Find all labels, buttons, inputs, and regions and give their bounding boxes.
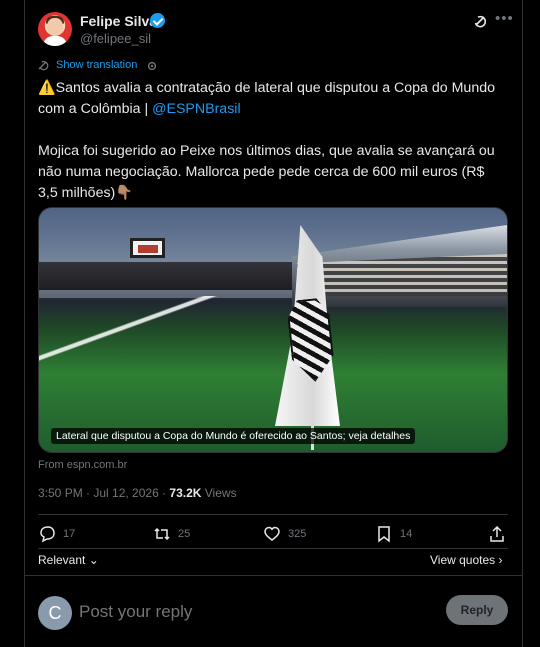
bookmark-icon: [378, 526, 390, 543]
stadium-screen: [130, 238, 165, 258]
tweet-meta: 3:50 PM · Jul 12, 2026 · 73.2K Views: [38, 486, 237, 500]
grok-icon[interactable]: [472, 13, 488, 29]
tweet-line-2: com a Colômbia | @ESPNBrasil: [38, 99, 512, 120]
mention-link[interactable]: @ESPNBrasil: [152, 101, 241, 117]
tweet-line-2-text: com a Colômbia |: [38, 101, 153, 117]
reply-sort-dropdown[interactable]: Relevant ⌄: [38, 553, 99, 567]
show-translation-label: Show translation: [56, 59, 138, 71]
chevron-right-icon: ›: [495, 553, 503, 567]
author-avatar[interactable]: [38, 12, 72, 46]
gear-icon[interactable]: [146, 60, 158, 72]
reply-icon: [40, 526, 55, 543]
action-divider-top: [38, 514, 508, 515]
author-handle[interactable]: @felipee_sil: [80, 31, 151, 46]
avatar-face-shape: [47, 18, 63, 36]
translate-icon: [38, 60, 49, 71]
repost-icon: [154, 527, 170, 541]
views-count: 73.2K: [169, 486, 202, 500]
tweet-time-date[interactable]: 3:50 PM · Jul 12, 2026 ·: [38, 486, 169, 500]
link-card-image[interactable]: Lateral que disputou a Copa do Mundo é o…: [38, 207, 508, 453]
reply-avatar[interactable]: C: [38, 596, 72, 630]
repost-count: 25: [178, 528, 191, 540]
action-divider-bottom: [38, 548, 508, 549]
author-name[interactable]: Felipe Silva: [80, 13, 157, 29]
more-icon[interactable]: •••: [495, 11, 513, 29]
tweet-text: ⚠️Santos avalia a contratação de lateral…: [38, 78, 512, 204]
views-label: Views: [201, 486, 237, 500]
reply-count: 17: [63, 528, 76, 540]
like-count: 325: [288, 528, 307, 540]
bookmark-count: 14: [400, 528, 413, 540]
reply-composer: C Reply: [24, 575, 523, 647]
link-source[interactable]: From espn.com.br: [38, 459, 127, 471]
verified-badge-icon: [150, 13, 165, 28]
tweet-header: Felipe Silva @felipee_sil •••: [38, 10, 513, 50]
stadium-stand-left: [39, 262, 319, 290]
tweet-actions: 17 25 325 14: [38, 524, 508, 548]
tweet-paragraph-line-2: não numa negociação. Mallorca pede pede …: [38, 164, 485, 180]
reply-sort-label: Relevant: [38, 553, 86, 567]
avatar-shirt-shape: [43, 36, 67, 46]
tweet-paragraph-line-3: 3,5 milhões)👇🏽: [38, 185, 133, 201]
share-icon: [490, 525, 504, 542]
view-quotes-label: View quotes: [430, 553, 496, 567]
tweet-paragraph-line-1: Mojica foi sugerido ao Peixe nos últimos…: [38, 143, 495, 159]
reply-input[interactable]: [79, 600, 279, 624]
reply-submit-button[interactable]: Reply: [446, 595, 508, 625]
like-icon: [264, 526, 280, 541]
tweet-line-1: ⚠️Santos avalia a contratação de lateral…: [38, 80, 495, 96]
view-quotes-link[interactable]: View quotes ›: [430, 553, 503, 567]
chevron-down-icon: ⌄: [85, 553, 99, 567]
link-card-caption: Lateral que disputou a Copa do Mundo é o…: [51, 428, 416, 444]
